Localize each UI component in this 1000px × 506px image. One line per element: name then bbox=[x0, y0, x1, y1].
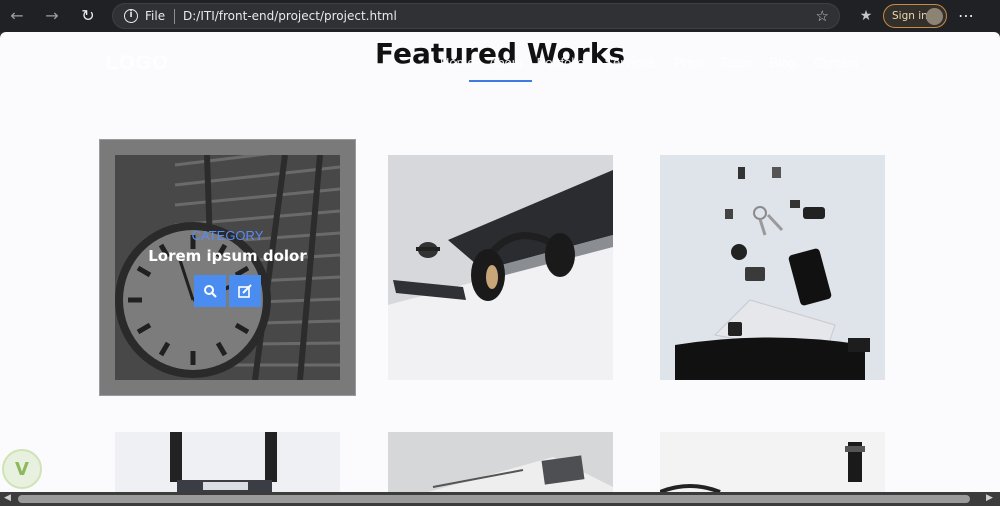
scrollbar-thumb[interactable] bbox=[18, 495, 970, 503]
file-label: File bbox=[145, 9, 166, 23]
menu-item-services[interactable]: Services bbox=[604, 55, 654, 70]
more-options-icon[interactable]: ⋯ bbox=[955, 5, 977, 27]
page-viewport: Featured Works LOGO Home About Portfolio… bbox=[0, 32, 1000, 492]
search-button[interactable] bbox=[194, 275, 226, 307]
portfolio-card-watch[interactable] bbox=[660, 432, 885, 492]
browser-toolbar: ← → ↻ i File D:/ITI/front-end/project/pr… bbox=[0, 0, 1000, 32]
address-separator bbox=[174, 9, 175, 24]
notebook-photo bbox=[388, 432, 613, 492]
site-logo[interactable]: LOGO bbox=[106, 52, 169, 75]
title-underline bbox=[469, 80, 532, 82]
reload-icon[interactable]: ↻ bbox=[77, 5, 99, 27]
back-arrow-icon[interactable]: ← bbox=[6, 5, 28, 27]
portfolio-card-clock[interactable]: CATEGORY Lorem ipsum dolor bbox=[115, 155, 340, 380]
flatlay-photo bbox=[660, 155, 885, 380]
scroll-right-icon[interactable]: ▶ bbox=[986, 493, 993, 503]
avatar bbox=[926, 8, 943, 25]
menu-item-team[interactable]: Team bbox=[720, 55, 752, 70]
address-bar[interactable]: i File D:/ITI/front-end/project/project.… bbox=[112, 3, 840, 29]
portfolio-card-flatlay[interactable] bbox=[660, 155, 885, 380]
menu-item-about[interactable]: About bbox=[489, 55, 523, 70]
scroll-left-icon[interactable]: ◀ bbox=[4, 493, 11, 503]
headphones-photo bbox=[388, 155, 613, 380]
horizontal-scrollbar[interactable]: ◀ ▶ bbox=[0, 492, 1000, 506]
menu-item-portfolio[interactable]: Portfolio bbox=[537, 55, 585, 70]
favorites-icon[interactable]: ★ bbox=[855, 5, 877, 27]
search-icon bbox=[204, 285, 217, 298]
edit-button[interactable] bbox=[229, 275, 261, 307]
menu-item-blog[interactable]: Blog bbox=[770, 55, 796, 70]
card-category: CATEGORY bbox=[191, 228, 264, 243]
portfolio-card-headphones[interactable] bbox=[388, 155, 613, 380]
info-icon[interactable]: i bbox=[124, 9, 138, 23]
portfolio-card-bag[interactable] bbox=[115, 432, 340, 492]
sign-in-label: Sign in bbox=[892, 10, 928, 22]
site-menu: Home About Portfolio Services Price Team… bbox=[440, 55, 859, 70]
bag-photo bbox=[115, 432, 340, 492]
shield-badge-icon[interactable]: V bbox=[2, 449, 42, 489]
card-caption: Lorem ipsum dolor bbox=[148, 247, 307, 265]
menu-item-home[interactable]: Home bbox=[440, 55, 475, 70]
url-text[interactable]: D:/ITI/front-end/project/project.html bbox=[183, 9, 397, 23]
portfolio-card-notebook[interactable] bbox=[388, 432, 613, 492]
menu-item-contact[interactable]: Contact bbox=[814, 55, 859, 70]
menu-item-price[interactable]: Price bbox=[674, 55, 704, 70]
edit-icon bbox=[238, 284, 252, 298]
card-overlay: CATEGORY Lorem ipsum dolor bbox=[115, 155, 340, 380]
watch-photo bbox=[660, 432, 885, 492]
sign-in-button[interactable]: Sign in bbox=[883, 4, 947, 28]
star-icon[interactable]: ☆ bbox=[816, 7, 829, 25]
forward-arrow-icon[interactable]: → bbox=[41, 5, 63, 27]
